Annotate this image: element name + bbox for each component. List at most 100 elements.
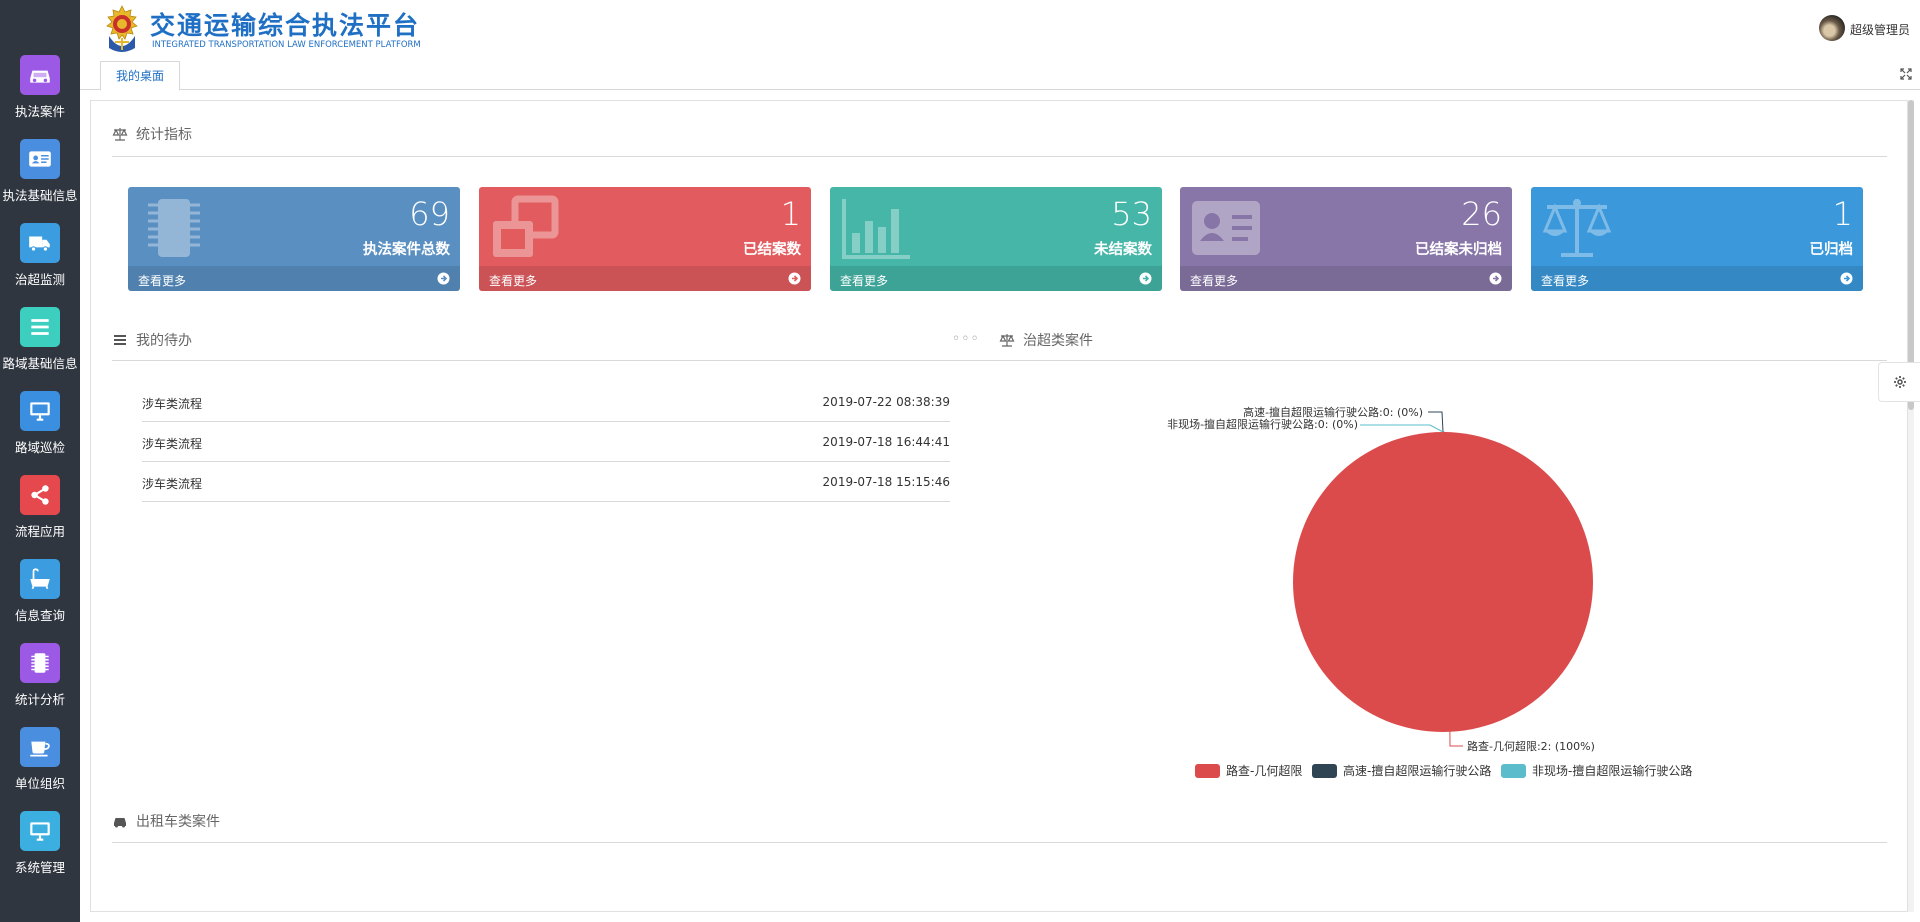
chip-icon xyxy=(20,643,60,683)
view-more-label: 查看更多 xyxy=(489,274,538,288)
arrow-circle-right-icon xyxy=(1840,272,1853,285)
sidebar-item[interactable]: 治超监测 xyxy=(0,223,80,307)
sidebar-item[interactable]: 统计分析 xyxy=(0,643,80,727)
stat-card: 1 已归档查看更多 xyxy=(1531,187,1863,291)
list-icon xyxy=(114,335,126,345)
view-more-label: 查看更多 xyxy=(138,274,187,288)
arrow-circle-right-icon xyxy=(437,272,450,285)
tab-my-desktop[interactable]: 我的桌面 xyxy=(100,61,180,91)
todo-name: 涉车类流程 xyxy=(142,477,203,491)
todo-name: 涉车类流程 xyxy=(142,437,203,451)
stat-card: 1 已结案数 查看更多 xyxy=(479,187,811,291)
sidebar: 执法案件执法基础信息治超监测路域基础信息 路域巡检流程应用信息查询统计分析单位组织… xyxy=(0,0,80,922)
view-more-link[interactable]: 查看更多 xyxy=(1180,266,1512,291)
arrow-circle-right-icon xyxy=(1139,272,1152,285)
stat-card-label: 未结案数 xyxy=(1094,242,1152,258)
legend-label: 非现场-擅自超限运输行驶公路 xyxy=(1532,764,1693,778)
todo-name: 涉车类流程 xyxy=(142,397,203,411)
legend-item[interactable]: 高速-擅自超限运输行驶公路 xyxy=(1312,762,1491,779)
divider xyxy=(112,842,1887,843)
taxi-section-title: 出租车类案件 xyxy=(136,814,220,830)
fullscreen-icon[interactable] xyxy=(1900,68,1912,80)
legend-label: 路查-几何超限 xyxy=(1226,764,1303,778)
bar-chart-icon xyxy=(842,199,910,259)
legend-swatch xyxy=(1501,763,1526,778)
todo-section-title: 我的待办 xyxy=(136,333,192,349)
view-more-label: 查看更多 xyxy=(1541,274,1590,288)
tab-bar: 我的桌面 xyxy=(80,58,1920,91)
bathtub-icon xyxy=(20,559,60,599)
todo-row[interactable]: 涉车类流程 2019-07-18 16:44:41 xyxy=(142,422,950,462)
todo-row[interactable]: 涉车类流程 2019-07-18 15:15:46 xyxy=(142,462,950,502)
balance-scale-icon xyxy=(112,128,128,141)
chip-icon xyxy=(148,199,200,257)
sidebar-item-label: 统计分析 xyxy=(14,692,65,707)
user-name[interactable]: 超级管理员 xyxy=(1850,21,1910,38)
car-icon xyxy=(114,818,126,828)
pie-label-line xyxy=(1428,411,1444,433)
id-card-icon xyxy=(20,139,60,179)
sidebar-item[interactable]: 流程应用 xyxy=(0,475,80,559)
divider xyxy=(112,156,1887,157)
sidebar-item-label: 执法基础信息 xyxy=(2,188,78,203)
legend-label: 高速-擅自超限运输行驶公路 xyxy=(1343,764,1492,778)
police-emblem-icon xyxy=(106,5,138,52)
balance-scale-icon xyxy=(1542,199,1612,257)
gear-icon xyxy=(1893,376,1906,388)
stat-card-value: 1 xyxy=(1832,195,1853,233)
stat-card-label: 已归档 xyxy=(1809,242,1854,258)
stat-card-value: 53 xyxy=(1111,195,1152,233)
divider xyxy=(112,360,1887,361)
view-more-label: 查看更多 xyxy=(840,274,889,288)
coffee-icon xyxy=(20,727,60,767)
sidebar-item[interactable]: 路域巡检 xyxy=(0,391,80,475)
arrow-circle-right-icon xyxy=(1489,272,1502,285)
stat-card-label: 已结案数 xyxy=(743,242,801,258)
car-icon xyxy=(20,55,60,95)
pie-data-label: 非现场-擅自超限运输行驶公路:0: (0%) xyxy=(1167,417,1358,431)
sidebar-item[interactable]: 系统管理 xyxy=(0,811,80,895)
stats-section-header: 统计指标 xyxy=(112,124,192,144)
settings-button[interactable] xyxy=(1878,362,1920,402)
sidebar-item-label: 路域基础信息 xyxy=(2,356,78,371)
platform-title: 交通运输综合执法平台 xyxy=(150,11,421,40)
overload-section-title: 治超类案件 xyxy=(1023,333,1093,349)
drag-handle-dots[interactable]: ◦◦◦ xyxy=(952,331,980,347)
stat-card: 53 未结案数查看更多 xyxy=(830,187,1162,291)
sidebar-item-label: 流程应用 xyxy=(14,524,65,539)
overload-pie-chart: 路查-几何超限:2: (100%) 高速-擅自超限运输行驶公路:0: (0%)非现… xyxy=(1167,405,1595,753)
legend-swatch xyxy=(1195,763,1220,778)
sidebar-item[interactable]: 信息查询 xyxy=(0,559,80,643)
sidebar-item[interactable]: 执法基础信息 xyxy=(0,139,80,223)
sidebar-item[interactable]: 执法案件 xyxy=(0,55,80,139)
sidebar-item[interactable]: 单位组织 xyxy=(0,727,80,811)
todo-section-header: 我的待办 xyxy=(112,330,192,350)
view-more-link[interactable]: 查看更多 xyxy=(1531,266,1863,291)
view-more-link[interactable]: 查看更多 xyxy=(830,266,1162,291)
legend-item[interactable]: 路查-几何超限 xyxy=(1195,762,1302,779)
monitor-icon xyxy=(20,811,60,851)
user-avatar[interactable] xyxy=(1819,15,1845,41)
stat-card-value: 26 xyxy=(1461,195,1502,233)
sidebar-item-label: 单位组织 xyxy=(14,776,65,791)
sidebar-item-label: 执法案件 xyxy=(14,104,65,119)
todo-time: 2019-07-22 08:38:39 xyxy=(822,395,950,409)
pie-data-label: 路查-几何超限:2: (100%) xyxy=(1467,739,1595,753)
legend-item[interactable]: 非现场-擅自超限运输行驶公路 xyxy=(1501,762,1692,779)
view-more-link[interactable]: 查看更多 xyxy=(479,266,811,291)
clone-icon xyxy=(493,195,559,257)
view-more-link[interactable]: 查看更多 xyxy=(128,266,460,291)
id-card-icon xyxy=(1192,201,1260,255)
todo-row[interactable]: 涉车类流程 2019-07-22 08:38:39 xyxy=(142,382,950,422)
stat-card-label: 已结案未归档 xyxy=(1415,242,1502,258)
sidebar-item[interactable]: 路域基础信息 xyxy=(0,307,80,391)
stat-card: 26 已结案未归档查看更多 xyxy=(1180,187,1512,291)
pie-label-line xyxy=(1360,424,1444,433)
sidebar-item-label: 路域巡检 xyxy=(14,440,65,455)
overload-section-header: 治超类案件 xyxy=(999,330,1093,350)
todo-time: 2019-07-18 15:15:46 xyxy=(822,475,950,489)
stat-card-label: 执法案件总数 xyxy=(363,242,450,258)
share-icon xyxy=(20,475,60,515)
stats-section-title: 统计指标 xyxy=(136,127,192,143)
stat-card: 69 执法案件总数 查看更多 xyxy=(128,187,460,291)
